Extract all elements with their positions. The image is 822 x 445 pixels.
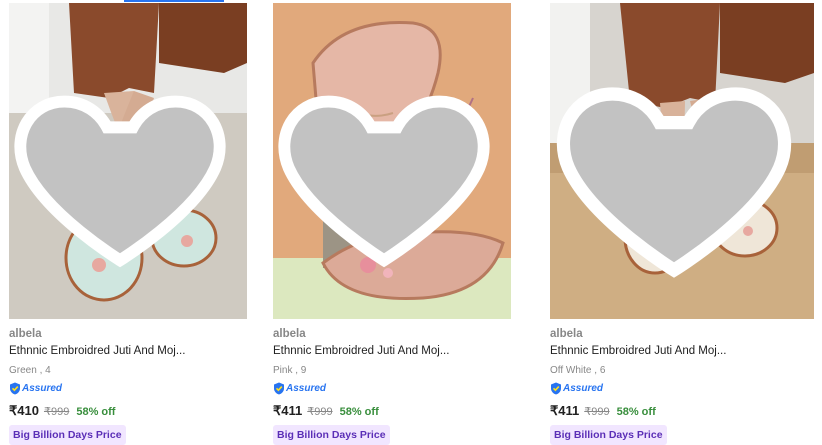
product-brand: albela: [273, 328, 306, 340]
assured-badge: Assured: [550, 381, 603, 395]
assured-label: Assured: [563, 382, 604, 394]
assured-label: Assured: [22, 382, 63, 394]
heart-icon[interactable]: [550, 13, 806, 319]
product-variant: Off White , 6: [550, 365, 606, 376]
assured-badge-icon: [10, 382, 20, 394]
product-title[interactable]: Ethnnic Embroidred Juti And Moj...: [273, 345, 449, 357]
product-image[interactable]: [9, 3, 247, 319]
discount-label: 58% off: [616, 406, 656, 418]
discount-label: 58% off: [76, 406, 116, 418]
product-variant: Pink , 9: [273, 365, 307, 376]
product-brand: albela: [550, 328, 583, 340]
offer-badge: Big Billion Days Price: [550, 425, 667, 445]
price-row: ₹411 ₹999 58% off: [273, 403, 379, 419]
offer-badge: Big Billion Days Price: [273, 425, 390, 445]
offer-badge: Big Billion Days Price: [9, 425, 126, 445]
assured-badge-icon: [551, 382, 561, 394]
price-row: ₹411 ₹999 58% off: [550, 403, 656, 419]
product-card[interactable]: albela Ethnnic Embroidred Juti And Moj..…: [9, 3, 255, 445]
product-image[interactable]: [550, 3, 814, 319]
selling-price: ₹411: [273, 403, 303, 418]
original-price: ₹999: [584, 406, 610, 418]
product-card[interactable]: albela Ethnnic Embroidred Juti And Moj..…: [273, 3, 519, 445]
product-image[interactable]: [273, 3, 511, 319]
product-variant: Green , 4: [9, 365, 51, 376]
active-tab-indicator: [124, 0, 224, 2]
selling-price: ₹410: [9, 403, 39, 418]
original-price: ₹999: [43, 406, 70, 418]
assured-badge-icon: [274, 382, 284, 394]
assured-badge: Assured: [273, 381, 326, 395]
price-row: ₹410 ₹999 58% off: [9, 403, 115, 419]
original-price: ₹999: [307, 406, 333, 418]
assured-label: Assured: [286, 382, 327, 394]
selling-price: ₹411: [550, 403, 580, 418]
product-card[interactable]: albela Ethnnic Embroidred Juti And Moj..…: [550, 3, 814, 445]
assured-badge: Assured: [9, 381, 62, 395]
product-title[interactable]: Ethnnic Embroidred Juti And Moj...: [9, 345, 185, 357]
product-brand: albela: [9, 328, 42, 340]
discount-label: 58% off: [339, 406, 379, 418]
heart-icon[interactable]: [9, 13, 239, 319]
heart-icon[interactable]: [273, 13, 503, 319]
product-title[interactable]: Ethnnic Embroidred Juti And Moj...: [550, 345, 726, 357]
